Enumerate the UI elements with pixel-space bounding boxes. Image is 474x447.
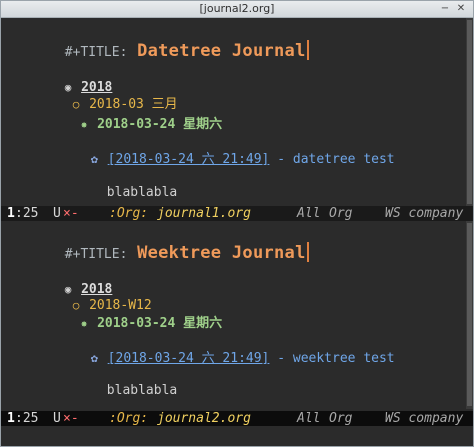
window-title: [journal2.org] (199, 2, 275, 15)
modeline-column: :25 (15, 206, 39, 221)
modeline-position: All (297, 411, 321, 426)
modeline-line-number: 1 (7, 206, 15, 221)
modeline-buffer-name[interactable]: journal1.org (157, 206, 251, 221)
modeline-major-mode[interactable]: Org (329, 411, 352, 426)
modeline-position: All (297, 206, 321, 221)
scrollbar-thumb[interactable] (467, 20, 472, 204)
modeline-modified-icon: ×- (63, 206, 79, 221)
document-title: Datetree Journal (137, 41, 306, 61)
entry-separator: - (269, 152, 293, 167)
minimize-icon[interactable]: − (439, 3, 451, 14)
modeline-column: :25 (15, 411, 39, 426)
modeline-line-number: 1 (7, 411, 15, 426)
emacs-window: [journal2.org] − ✕ #+TITLE: Datetree Jou… (0, 0, 474, 447)
entry-body-text: blablabla (106, 185, 178, 200)
text-cursor (306, 242, 309, 262)
scrollbar-bottom[interactable] (466, 221, 473, 409)
modeline-buffer-name[interactable]: journal2.org (157, 411, 251, 426)
scrollbar-thumb[interactable] (467, 223, 472, 406)
modeline-top[interactable]: 1 :25 U ×- :Org: journal1.org All Org WS… (1, 206, 473, 221)
modeline-encoding: U (53, 411, 61, 426)
scrollbar-top[interactable] (466, 18, 473, 207)
entry-separator: - (269, 351, 293, 366)
editor-pane-top[interactable]: #+TITLE: Datetree Journal ◉ 2018 ○ 2018-… (1, 18, 473, 207)
entry-title: weektree test (292, 351, 395, 366)
text-cursor (306, 40, 309, 60)
modeline-modified-icon: ×- (63, 411, 79, 426)
entry-body-text: blablabla (106, 383, 178, 398)
modeline-mode: :Org: (109, 206, 149, 221)
close-icon[interactable]: ✕ (455, 3, 467, 14)
modeline-mode: :Org: (109, 411, 149, 426)
entry-body[interactable]: blablabla (49, 360, 177, 417)
modeline-bottom[interactable]: 1 :25 U ×- :Org: journal2.org All Org WS… (1, 411, 473, 426)
minibuffer[interactable] (1, 426, 473, 446)
entry-title: datetree test (292, 152, 395, 167)
modeline-encoding: U (53, 206, 61, 221)
document-title: Weektree Journal (137, 243, 306, 263)
editor-pane-bottom[interactable]: #+TITLE: Weektree Journal ◉ 2018 ○ 2018-… (1, 221, 473, 409)
modeline-workspace[interactable]: WS company (385, 411, 463, 426)
modeline-major-mode[interactable]: Org (329, 206, 352, 221)
modeline-workspace[interactable]: WS company (385, 206, 463, 221)
window-titlebar[interactable]: [journal2.org] − ✕ (1, 1, 473, 18)
